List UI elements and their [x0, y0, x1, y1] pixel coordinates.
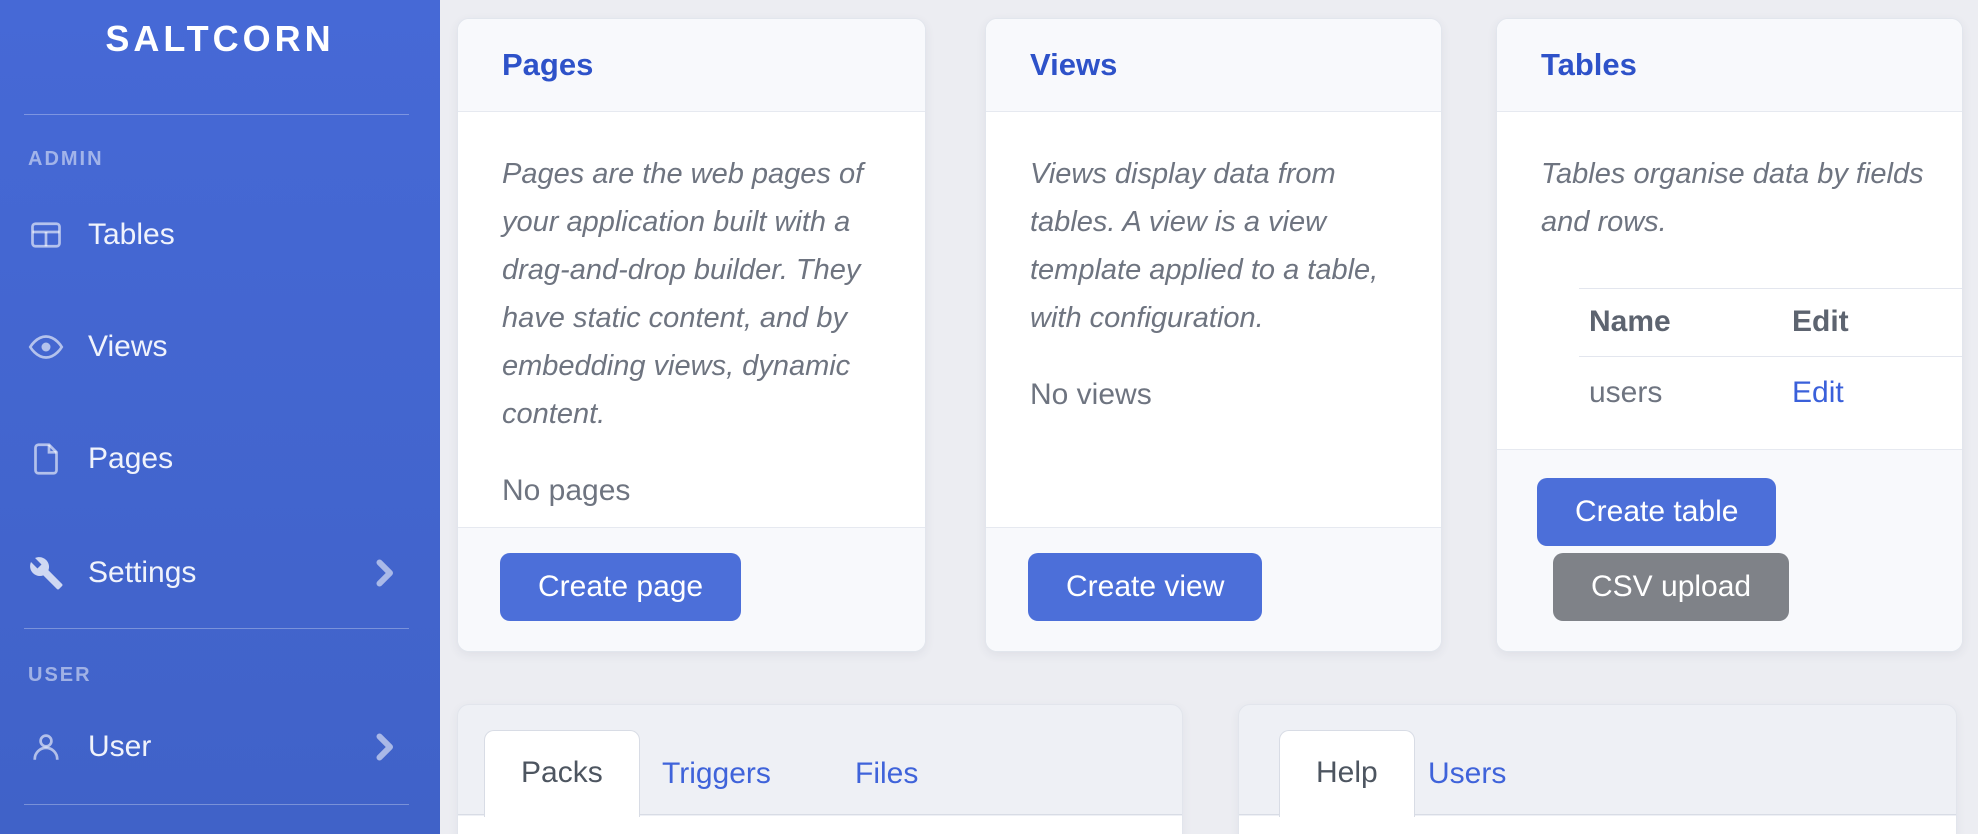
tab-strip: Help Users [1239, 705, 1956, 815]
pages-card-header: Pages [458, 19, 925, 112]
create-table-button[interactable]: Create table [1537, 478, 1776, 546]
sidebar-item-label: Pages [88, 442, 173, 476]
page-icon [28, 441, 64, 477]
eye-icon [28, 329, 64, 365]
views-empty-state: No views [1030, 378, 1397, 412]
tab-packs[interactable]: Packs [484, 730, 640, 817]
csv-upload-button[interactable]: CSV upload [1553, 553, 1789, 621]
tables-list: Name Edit users Edit [1579, 288, 1962, 429]
tab-files[interactable]: Files [855, 730, 918, 817]
tab-users[interactable]: Users [1428, 730, 1506, 817]
tables-card: Tables Tables organise data by fields an… [1496, 18, 1963, 652]
tables-card-title: Tables [1541, 47, 1637, 83]
tables-card-body: Tables organise data by fields and rows.… [1497, 112, 1962, 429]
views-description: Views display data from tables. A view i… [1030, 150, 1397, 342]
sidebar-item-label: Tables [88, 218, 175, 252]
sidebar-item-user[interactable]: User [0, 718, 440, 776]
chevron-right-icon [366, 555, 402, 591]
wrench-icon [28, 555, 64, 591]
column-header-edit: Edit [1782, 289, 1962, 357]
sidebar-item-label: Settings [88, 556, 196, 590]
sidebar-section-user: USER [28, 664, 92, 687]
pages-card: Pages Pages are the web pages of your ap… [457, 18, 926, 652]
sidebar-item-label: User [88, 730, 151, 764]
sidebar-divider [24, 628, 409, 629]
table-name-cell: users [1579, 357, 1782, 430]
pages-empty-state: No pages [502, 474, 881, 508]
tab-triggers[interactable]: Triggers [662, 730, 771, 817]
views-card-footer: Create view [986, 527, 1441, 651]
table-icon [28, 217, 64, 253]
tab-panel-body [458, 816, 1182, 834]
sidebar: SALTCORN ADMIN Tables Views [0, 0, 440, 834]
tab-help[interactable]: Help [1279, 730, 1415, 817]
sidebar-item-pages[interactable]: Pages [0, 430, 440, 488]
chevron-right-icon [366, 729, 402, 765]
views-card: Views Views display data from tables. A … [985, 18, 1442, 652]
help-users-panel: Help Users [1238, 704, 1957, 834]
app-logo[interactable]: SALTCORN [0, 18, 440, 60]
sidebar-item-tables[interactable]: Tables [0, 206, 440, 264]
sidebar-divider [24, 804, 409, 805]
edit-table-link[interactable]: Edit [1792, 376, 1844, 409]
tables-description: Tables organise data by fields and rows. [1541, 150, 1962, 246]
tab-strip: Packs Triggers Files [458, 705, 1182, 815]
pages-description: Pages are the web pages of your applicat… [502, 150, 881, 438]
pages-card-footer: Create page [458, 527, 925, 651]
tables-card-header: Tables [1497, 19, 1962, 112]
sidebar-item-label: Views [88, 330, 167, 364]
views-card-body: Views display data from tables. A view i… [986, 112, 1441, 412]
column-header-name: Name [1579, 289, 1782, 357]
table-row: users Edit [1579, 357, 1962, 430]
sidebar-divider [24, 114, 409, 115]
tab-panel-body [1239, 816, 1956, 834]
tables-card-footer: Create table CSV upload [1497, 449, 1962, 651]
sidebar-item-views[interactable]: Views [0, 318, 440, 376]
sidebar-section-admin: ADMIN [28, 148, 104, 171]
pages-card-title: Pages [502, 47, 593, 83]
tables-list-header-row: Name Edit [1579, 289, 1962, 357]
saltcorn-dashboard: SALTCORN ADMIN Tables Views [0, 0, 1978, 834]
user-icon [28, 729, 64, 765]
sidebar-item-settings[interactable]: Settings [0, 544, 440, 602]
create-view-button[interactable]: Create view [1028, 553, 1262, 621]
pages-card-body: Pages are the web pages of your applicat… [458, 112, 925, 508]
views-card-title: Views [1030, 47, 1117, 83]
packs-triggers-files-panel: Packs Triggers Files [457, 704, 1183, 834]
views-card-header: Views [986, 19, 1441, 112]
create-page-button[interactable]: Create page [500, 553, 741, 621]
